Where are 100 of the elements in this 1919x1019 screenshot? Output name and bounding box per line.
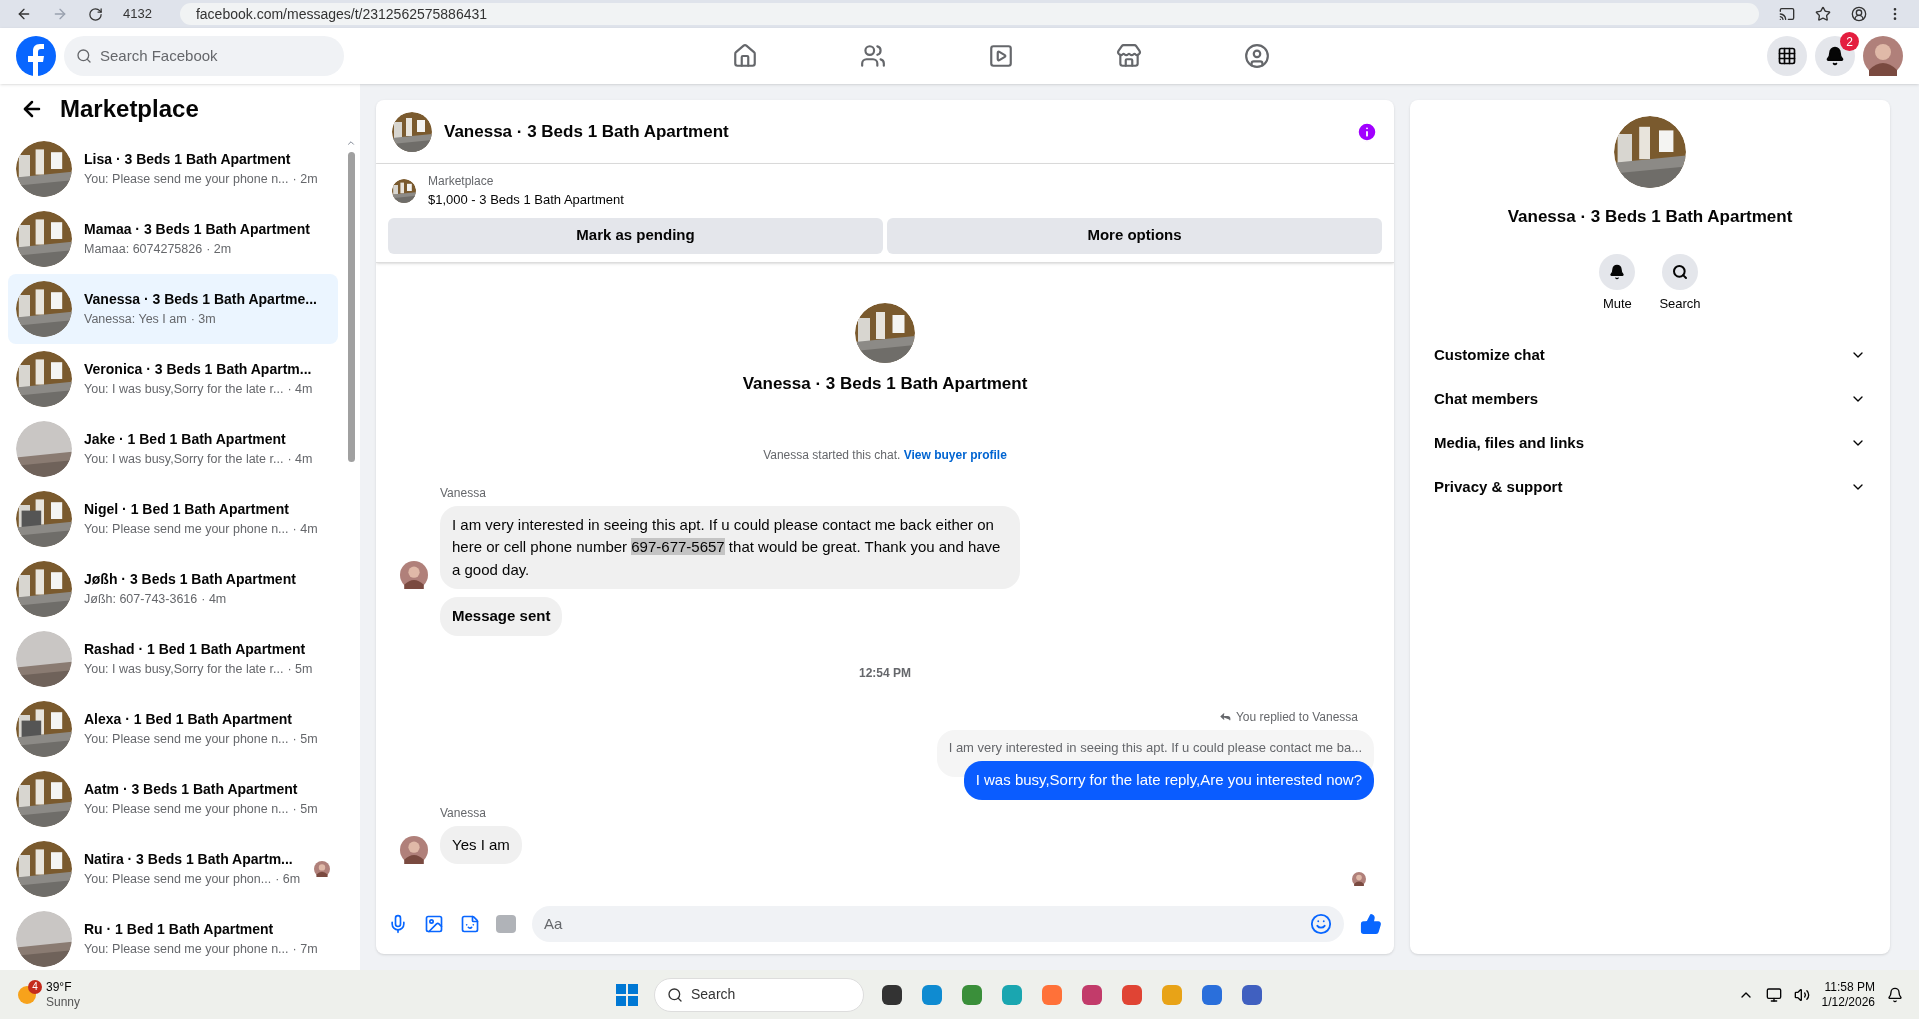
section-row[interactable]: Privacy & support	[1426, 465, 1874, 509]
conversation-time: · 7m	[292, 941, 318, 959]
search-icon	[1672, 263, 1688, 280]
conversation-time: · 2m	[292, 171, 318, 189]
search-field[interactable]: Search Facebook	[64, 36, 344, 76]
conversation-time: · 5m	[292, 731, 318, 749]
photo-icon[interactable]	[424, 914, 444, 934]
start-icon[interactable]	[616, 983, 638, 1006]
conversation-title: Vanessa · 3 Beds 1 Bath Apartme...	[84, 290, 317, 310]
timestamp: 12:54 PM	[859, 665, 911, 680]
grid-icon	[1777, 46, 1797, 66]
section-row[interactable]: Customize chat	[1426, 333, 1874, 377]
conversation-time: · 2m	[206, 241, 232, 259]
logo-icon[interactable]	[16, 36, 56, 76]
microphone-icon[interactable]	[388, 914, 408, 934]
conversation-time: · 4m	[201, 591, 227, 609]
profile-icon[interactable]	[1851, 6, 1867, 22]
conversation-title: Aatm · 3 Beds 1 Bath Apartment	[84, 780, 298, 800]
conversation-title: Alexa · 1 Bed 1 Bath Apartment	[84, 710, 292, 730]
conversation-item[interactable]: Veronica · 3 Beds 1 Bath Apartm... You: I was busy,Sorry for the late r... · 4m	[8, 344, 338, 414]
conversation-item[interactable]: Rashad · 1 Bed 1 Bath Apartment You: I was busy,Sorry for the late r... · 5m	[8, 624, 338, 694]
friends-icon[interactable]	[859, 43, 886, 69]
action-button[interactable]: More options	[887, 217, 1382, 254]
conversation-item[interactable]: Nigel · 1 Bed 1 Bath Apartment You: Please send me your phone n... · 4m	[8, 484, 338, 554]
chat-started-text: Vanessa started this chat.	[763, 447, 901, 462]
conversation-item[interactable]: Mamaa · 3 Beds 1 Bath Apartment Mamaa: 6074275826 · 2m	[8, 204, 338, 274]
conversation-item[interactable]: Lisa · 3 Beds 1 Bath Apartment You: Please send me your phone n... · 2m	[8, 134, 338, 204]
menu-button[interactable]	[1767, 36, 1807, 76]
search-icon	[76, 48, 92, 64]
conversation-preview: You: Please send me your phone n...	[84, 731, 289, 749]
message-input[interactable]: Aa	[532, 906, 1344, 942]
info-icon[interactable]	[1356, 120, 1378, 143]
conversation-time: · 5m	[287, 661, 313, 679]
conversation-item[interactable]: Aatm · 3 Beds 1 Bath Apartment You: Please send me your phone n... · 5m	[8, 764, 338, 834]
conversation-title: Mamaa · 3 Beds 1 Bath Apartment	[84, 220, 310, 240]
conversation-preview: Vanessa: Yes I am	[84, 311, 187, 329]
conversation-item[interactable]: Vanessa · 3 Beds 1 Bath Apartme... Vanessa: Yes I am · 3m	[8, 274, 338, 344]
avatar-icon	[314, 861, 330, 877]
volume-icon[interactable]	[1793, 986, 1810, 1003]
notification-icon[interactable]	[1887, 986, 1903, 1003]
conversation-time: · 6m	[275, 871, 301, 889]
conversation-time: · 4m	[292, 521, 318, 539]
message-bubble: I am very interested in seeing this apt. If u could please contact me back either on here or cell phone number 697-677-5657 that would be great. Thank you and have a good day.	[440, 505, 1020, 589]
conversation-preview: Mamaa: 6074275826	[84, 241, 203, 259]
sender-name: Vanessa	[440, 804, 487, 822]
conversation-item[interactable]: Jake · 1 Bed 1 Bath Apartment You: I was busy,Sorry for the late r... · 4m	[8, 414, 338, 484]
section-row[interactable]: Media, files and links	[1426, 421, 1874, 465]
conversation-item[interactable]: Alexa · 1 Bed 1 Bath Apartment You: Please send me your phone n... · 5m	[8, 694, 338, 764]
listing-title: $1,000 - 3 Beds 1 Bath Apartment	[428, 191, 624, 209]
conversation-preview: You: Please send me your phone n...	[84, 521, 289, 539]
message-bubble: Yes I am	[440, 825, 522, 864]
address-bar[interactable]: facebook.com/messages/t/2312562575886431	[179, 3, 1759, 25]
intro-title: Vanessa · 3 Beds 1 Bath Apartment	[742, 372, 1028, 395]
conversation-preview: Jøßh: 607-743-3616	[84, 591, 198, 609]
conversation-time: · 4m	[287, 381, 313, 399]
like-icon[interactable]	[1360, 913, 1382, 935]
message-bubble: Message sent	[440, 597, 563, 636]
sticker-icon[interactable]	[460, 914, 480, 934]
tab-count: 4132	[123, 5, 152, 24]
buyer-profile-link[interactable]: View buyer profile	[903, 447, 1007, 462]
back-icon[interactable]	[16, 6, 32, 22]
message-bubble: I was busy,Sorry for the late reply,Are you interested now?	[963, 761, 1374, 800]
app-icon[interactable]	[880, 982, 904, 1007]
emoji-icon[interactable]	[1310, 913, 1332, 935]
weather-condition: Sunny	[46, 994, 81, 1010]
network-icon[interactable]	[1765, 986, 1782, 1003]
conversation-preview: You: I was busy,Sorry for the late r...	[84, 661, 284, 679]
weather-badge: 4	[28, 979, 42, 994]
cast-icon[interactable]	[1779, 6, 1795, 22]
conversation-item[interactable]: Ru · 1 Bed 1 Bath Apartment You: Please send me your phone n... · 7m	[8, 904, 338, 970]
section-row[interactable]: Chat members	[1426, 377, 1874, 421]
conversation-title: Ru · 1 Bed 1 Bath Apartment	[84, 920, 274, 940]
bell-icon	[1609, 263, 1626, 280]
avatar-icon	[1863, 36, 1903, 76]
action-button[interactable]: Mark as pending	[388, 217, 883, 254]
conversation-title: Natira · 3 Beds 1 Bath Apartm...	[84, 850, 293, 870]
conversation-title: Jøßh · 3 Beds 1 Bath Apartment	[84, 570, 296, 590]
search-icon	[667, 986, 683, 1003]
app-icon[interactable]	[1240, 982, 1264, 1007]
details-title: Vanessa · 3 Beds 1 Bath Apartment	[1507, 206, 1793, 228]
conversation-item[interactable]: Natira · 3 Beds 1 Bath Apartm... You: Please send me your phon... · 6m	[8, 834, 338, 904]
groups-icon[interactable]	[1243, 43, 1270, 69]
conversation-preview: You: Please send me your phone n...	[84, 801, 289, 819]
conversation-preview: You: I was busy,Sorry for the late r...	[84, 381, 284, 399]
reload-icon[interactable]	[88, 6, 103, 22]
chat-title: Vanessa · 3 Beds 1 Bath Apartment	[444, 120, 730, 143]
avatar-icon	[400, 836, 428, 864]
marketplace-icon[interactable]	[1115, 43, 1142, 69]
bookmark-icon[interactable]	[1815, 6, 1831, 22]
conversation-title: Lisa · 3 Beds 1 Bath Apartment	[84, 150, 291, 170]
home-icon[interactable]	[731, 43, 758, 69]
conversation-title: Nigel · 1 Bed 1 Bath Apartment	[84, 500, 289, 520]
avatar-icon	[400, 561, 428, 589]
conversation-preview: You: Please send me your phone n...	[84, 941, 289, 959]
video-icon[interactable]	[987, 43, 1014, 69]
conversation-item[interactable]: Jøßh · 3 Beds 1 Bath Apartment Jøßh: 607-743-3616 · 4m	[8, 554, 338, 624]
conversation-title: Jake · 1 Bed 1 Bath Apartment	[84, 430, 286, 450]
conversation-time: · 4m	[287, 451, 313, 469]
listing-label: Marketplace	[428, 173, 495, 190]
taskbar-search[interactable]: Search	[654, 977, 864, 1012]
